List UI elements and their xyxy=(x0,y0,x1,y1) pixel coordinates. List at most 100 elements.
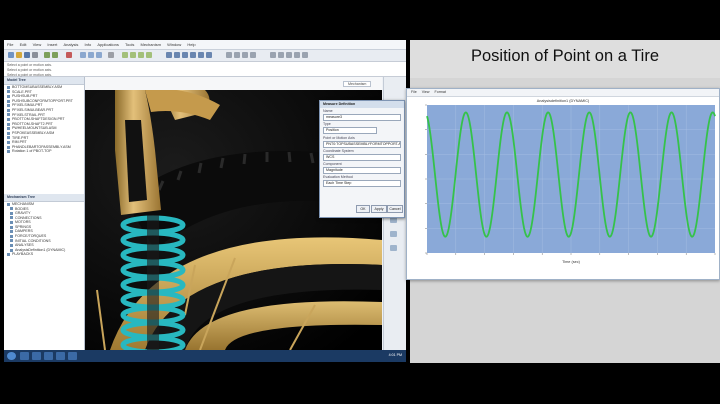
tree-node-icon xyxy=(10,211,13,215)
ok-button[interactable]: OK xyxy=(356,205,370,213)
tree-node-icon xyxy=(10,234,13,238)
tree-node-icon xyxy=(10,239,13,243)
tree-node-label: PLAYBACKS xyxy=(12,252,34,257)
measure-definition-dialog: Measure Definition Name measure3 Type Po… xyxy=(319,100,405,218)
new-icon[interactable] xyxy=(8,52,14,58)
zoom-out-icon[interactable] xyxy=(88,52,94,58)
mechanism-tree-header[interactable]: Mechanism Tree xyxy=(4,193,84,202)
dialog-title: Measure Definition xyxy=(320,101,404,108)
type-select[interactable]: Position xyxy=(323,127,377,134)
tree-node-icon xyxy=(10,207,13,211)
tree-node-icon xyxy=(10,221,13,225)
navigator-panel: Model Tree BOTTOMSUBASSEMBLY.ASM SCALE.PR… xyxy=(4,77,85,359)
datum-plane-icon[interactable] xyxy=(122,52,128,58)
model-tree-item[interactable]: Rotation 1 of PBOT-TOP xyxy=(4,149,84,154)
menu-bar: File Edit View Insert Analysis Info Appl… xyxy=(4,40,406,50)
evaluation-select[interactable]: Each Time Step xyxy=(323,180,401,187)
cancel-button[interactable]: Cancel xyxy=(387,205,403,213)
taskbar-app-icon[interactable] xyxy=(44,352,53,360)
menu-help[interactable]: Help xyxy=(187,42,195,47)
tree-node-icon xyxy=(7,202,10,206)
tool-e-icon[interactable] xyxy=(270,52,276,58)
menu-insert[interactable]: Insert xyxy=(47,42,57,47)
save-icon[interactable] xyxy=(24,52,30,58)
mech-spring-icon[interactable] xyxy=(182,52,188,58)
tree-node-icon xyxy=(7,122,10,126)
tool-d-icon[interactable] xyxy=(250,52,256,58)
tree-node-icon xyxy=(7,136,10,140)
taskbar-clock: 4:01 PM xyxy=(388,353,402,357)
menu-info[interactable]: Info xyxy=(85,42,92,47)
x-axis-label: Time (sec) xyxy=(562,260,581,264)
tool-c-icon[interactable] xyxy=(242,52,248,58)
taskbar-app-icon[interactable] xyxy=(20,352,29,360)
tree-node-icon xyxy=(7,104,10,108)
tree-node-icon xyxy=(7,85,10,89)
tree-node-icon xyxy=(7,145,10,149)
taskbar-app-icon[interactable] xyxy=(56,352,65,360)
measure-icon[interactable] xyxy=(390,245,397,251)
tree-node-icon xyxy=(7,108,10,112)
print-icon[interactable] xyxy=(32,52,38,58)
taskbar-app-icon[interactable] xyxy=(32,352,41,360)
video-frame: File Edit View Insert Analysis Info Appl… xyxy=(0,0,720,404)
component-select[interactable]: Magnitude xyxy=(323,167,401,174)
mech-analysis-icon[interactable] xyxy=(190,52,196,58)
menu-tools[interactable]: Tools xyxy=(125,42,134,47)
mech-connect-icon[interactable] xyxy=(166,52,172,58)
apply-button[interactable]: Apply xyxy=(371,205,387,213)
tree-node-icon xyxy=(7,253,10,257)
position-plot: Time (sec) xyxy=(425,104,716,264)
hide-icon[interactable] xyxy=(390,231,397,237)
tree-node-icon xyxy=(7,150,10,154)
csys-icon[interactable] xyxy=(146,52,152,58)
model-tree-header[interactable]: Model Tree xyxy=(4,77,84,85)
menu-edit[interactable]: Edit xyxy=(20,42,27,47)
tree-node-label: Rotation 1 of PBOT-TOP xyxy=(12,149,52,154)
graph-window: File View Format Analysisdefinition1 (DY… xyxy=(406,88,720,280)
name-field[interactable]: measure3 xyxy=(323,114,401,121)
tree-node-icon xyxy=(10,244,13,248)
tool-b-icon[interactable] xyxy=(234,52,240,58)
viewport-header: Mechanism xyxy=(85,77,382,91)
tool-f-icon[interactable] xyxy=(278,52,284,58)
tree-node-icon xyxy=(7,131,10,135)
tree-node-icon xyxy=(10,230,13,234)
tree-node-icon xyxy=(7,90,10,94)
zoom-in-icon[interactable] xyxy=(80,52,86,58)
menu-view[interactable]: View xyxy=(33,42,42,47)
message-area: Select a point or motion axis. Select a … xyxy=(4,62,406,77)
datum-point-icon[interactable] xyxy=(138,52,144,58)
slide-title-panel: Position of Point on a Tire xyxy=(410,40,720,78)
datum-axis-icon[interactable] xyxy=(130,52,136,58)
tool-h-icon[interactable] xyxy=(294,52,300,58)
tree-node-icon xyxy=(10,248,13,252)
shading-icon[interactable] xyxy=(108,52,114,58)
menu-window[interactable]: Window xyxy=(167,42,181,47)
taskbar-app-icon[interactable] xyxy=(68,352,77,360)
tree-node-icon xyxy=(7,117,10,121)
tree-node-icon xyxy=(7,94,10,98)
menu-mechanism[interactable]: Mechanism xyxy=(140,42,160,47)
tool-a-icon[interactable] xyxy=(226,52,232,58)
open-icon[interactable] xyxy=(16,52,22,58)
point-field[interactable]: PNT0:TOPSUBASSEMBLYFORMTOPPORT.ASM xyxy=(323,141,401,148)
regen-icon[interactable] xyxy=(66,52,72,58)
mech-motor-icon[interactable] xyxy=(174,52,180,58)
menu-analysis[interactable]: Analysis xyxy=(63,42,78,47)
menu-applications[interactable]: Applications xyxy=(97,42,119,47)
undo-icon[interactable] xyxy=(44,52,50,58)
tool-i-icon[interactable] xyxy=(302,52,308,58)
menu-file[interactable]: File xyxy=(7,42,13,47)
start-icon[interactable] xyxy=(7,352,16,360)
tool-g-icon[interactable] xyxy=(286,52,292,58)
mechanism-tree-item[interactable]: PLAYBACKS xyxy=(4,252,84,257)
viewport-tab[interactable]: Mechanism xyxy=(343,81,372,87)
refit-icon[interactable] xyxy=(96,52,102,58)
tree-node-icon xyxy=(10,225,13,229)
mech-playback-icon[interactable] xyxy=(206,52,212,58)
redo-icon[interactable] xyxy=(52,52,58,58)
coord-field[interactable]: WCS xyxy=(323,154,401,161)
mech-measure-icon[interactable] xyxy=(198,52,204,58)
tree-node-icon xyxy=(7,113,10,117)
